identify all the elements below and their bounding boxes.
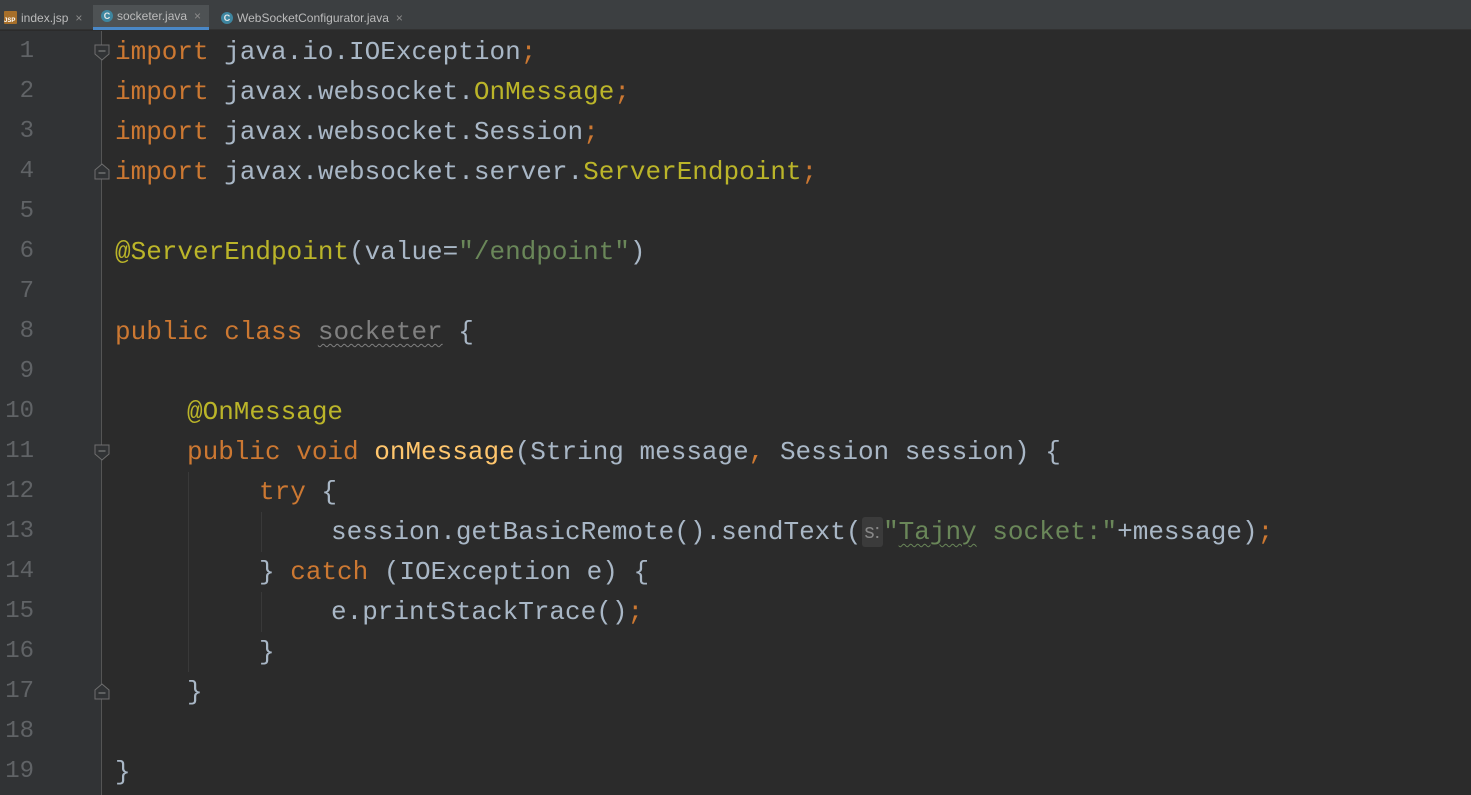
tab-socketer-java[interactable]: C socketer.java × (93, 5, 209, 30)
line-number: 11 (5, 438, 34, 465)
tab-label: WebSocketConfigurator.java (237, 10, 389, 25)
indent-guide (261, 512, 262, 552)
tab-label: index.jsp (21, 10, 69, 25)
fold-end-icon[interactable] (92, 682, 112, 702)
tab-label: socketer.java (117, 9, 188, 23)
close-icon[interactable]: × (194, 9, 201, 23)
code-line-16: } (259, 637, 275, 667)
code-line-15: e.printStackTrace(); (331, 597, 644, 627)
code-line-19: } (115, 757, 131, 787)
fold-collapse-icon[interactable] (92, 42, 112, 62)
code-line-6: @ServerEndpoint(value="/endpoint") (115, 237, 646, 267)
line-number: 1 (19, 38, 34, 65)
line-number: 17 (5, 678, 34, 705)
java-class-icon: C (101, 10, 113, 22)
editor-tab-bar: JSP index.jsp × C socketer.java × C WebS… (0, 0, 1471, 30)
code-line-4: import javax.websocket.server.ServerEndp… (115, 157, 818, 187)
code-line-3: import javax.websocket.Session; (115, 117, 599, 147)
line-number: 7 (19, 278, 34, 305)
line-number: 5 (19, 198, 34, 225)
line-number: 6 (19, 238, 34, 265)
line-number: 2 (19, 78, 34, 105)
line-number: 12 (5, 478, 34, 505)
code-line-2: import javax.websocket.OnMessage; (115, 77, 630, 107)
code-line-8: public class socketer { (115, 317, 474, 347)
parameter-hint: s: (861, 517, 884, 547)
code-line-13: session.getBasicRemote().sendText(s: "Taj… (331, 517, 1274, 547)
jsp-file-icon: JSP (4, 11, 17, 24)
code-line-14: } catch (IOException e) { (259, 557, 650, 587)
code-line-12: try { (259, 477, 338, 507)
typo-word: Tajny (898, 517, 977, 547)
line-number: 9 (19, 358, 34, 385)
line-number: 18 (5, 718, 34, 745)
indent-guide (188, 472, 189, 672)
line-number: 19 (5, 758, 34, 785)
code-line-10: @OnMessage (187, 397, 344, 427)
fold-collapse-icon[interactable] (92, 442, 112, 462)
code-line-1: import java.io.IOException; (115, 37, 537, 67)
fold-end-icon[interactable] (92, 162, 112, 182)
line-number: 3 (19, 118, 34, 145)
tab-index-jsp[interactable]: JSP index.jsp × (4, 5, 92, 30)
close-icon[interactable]: × (75, 11, 82, 25)
unused-class-name: socketer (317, 317, 443, 347)
line-number: 15 (5, 598, 34, 625)
line-number: 13 (5, 518, 34, 545)
line-number: 4 (19, 158, 34, 185)
line-number: 10 (5, 398, 34, 425)
code-line-11: public void onMessage(String message, Se… (187, 437, 1061, 467)
indent-guide (261, 592, 262, 632)
code-line-17: } (187, 677, 203, 707)
close-icon[interactable]: × (396, 11, 403, 25)
java-class-icon: C (221, 11, 233, 24)
line-number: 8 (19, 318, 34, 345)
tab-websocketconfigurator-java[interactable]: C WebSocketConfigurator.java × (213, 5, 413, 30)
line-number: 16 (5, 638, 34, 665)
line-number: 14 (5, 558, 34, 585)
